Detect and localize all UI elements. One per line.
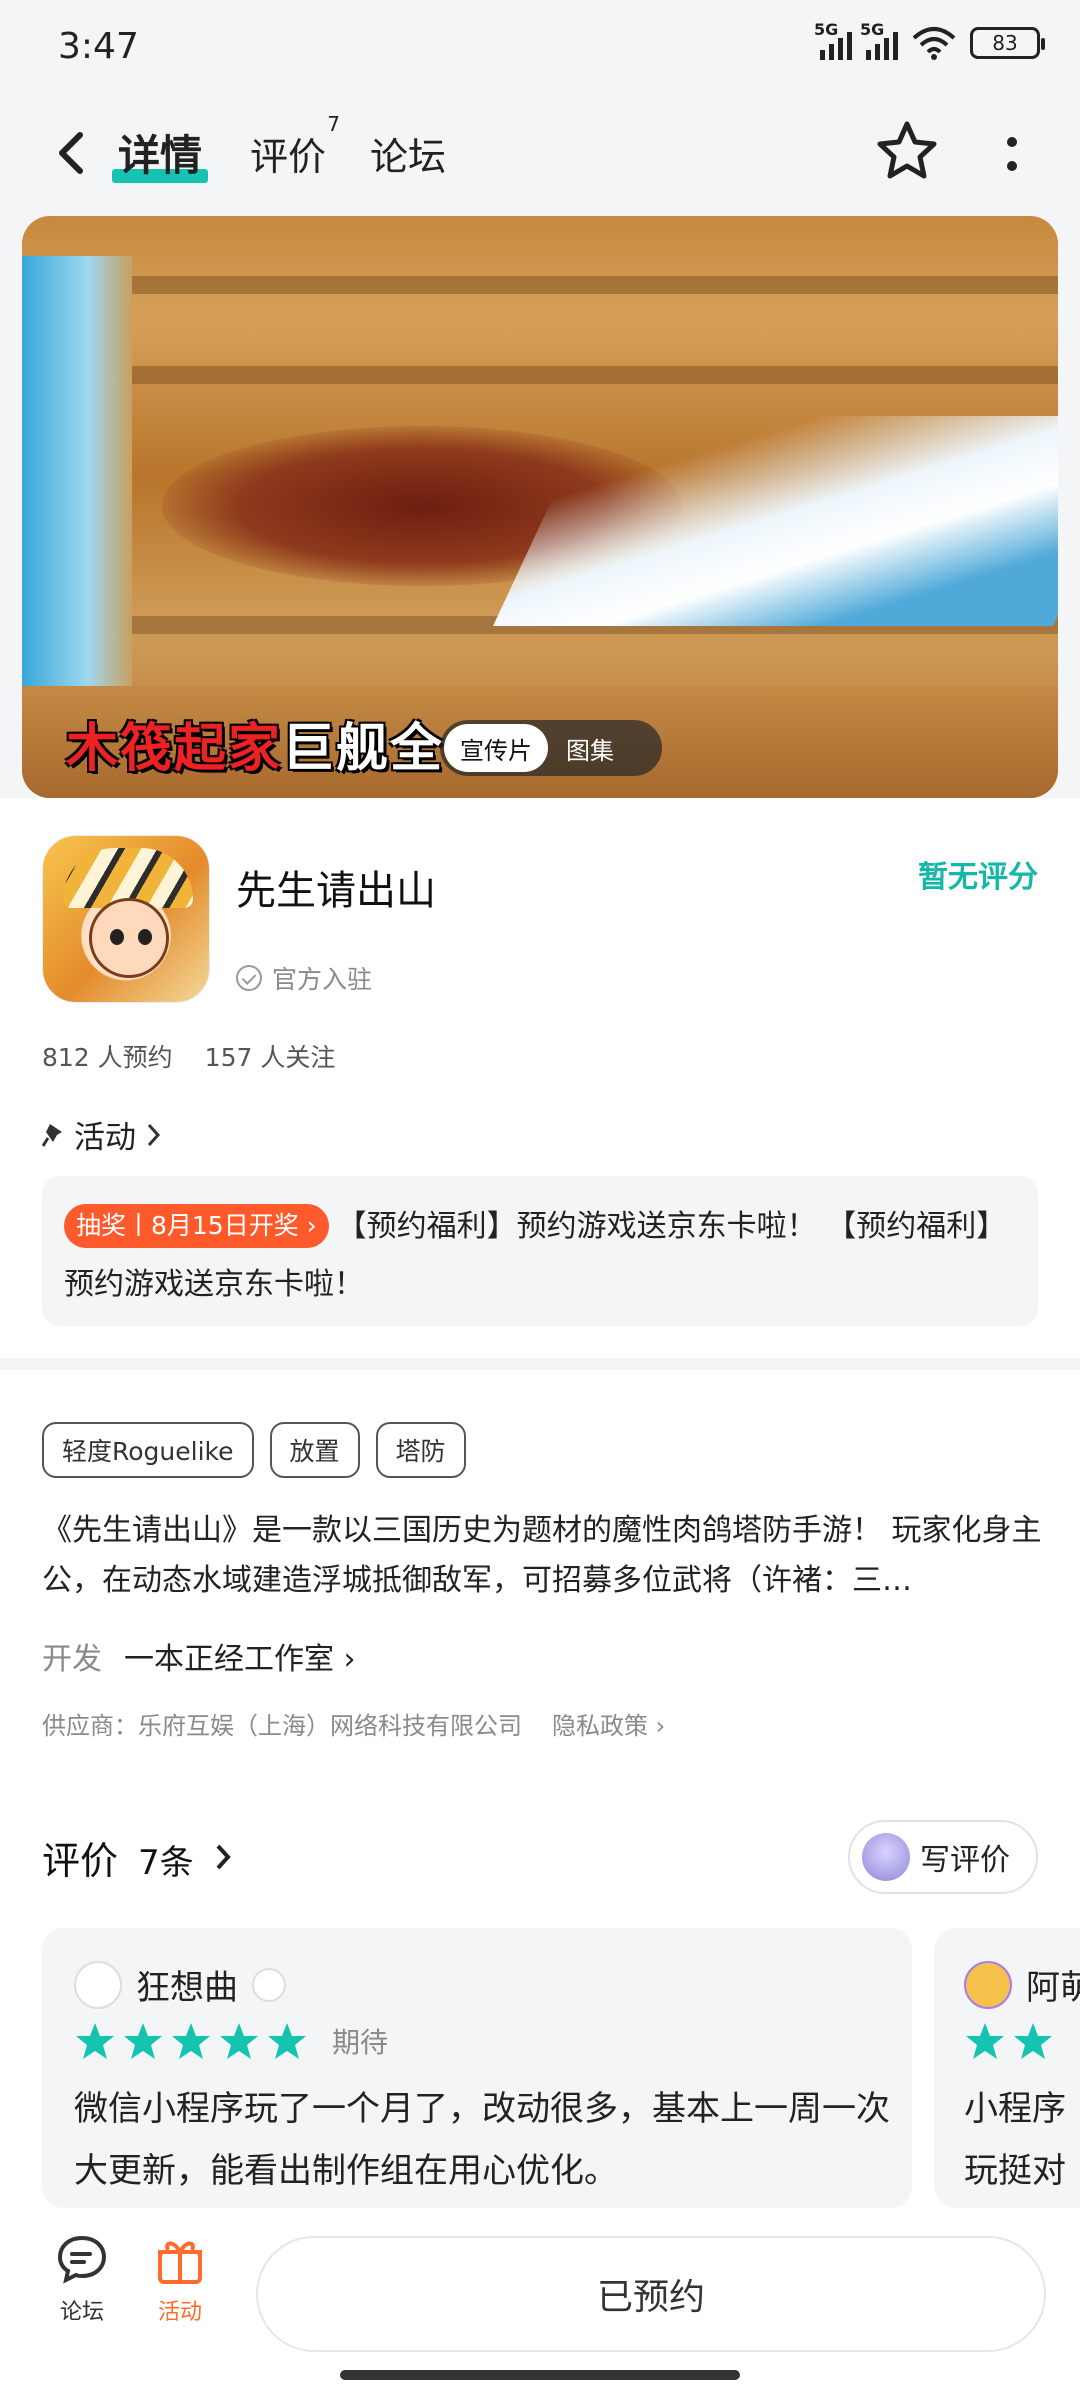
chevron-right-icon [147,1123,161,1146]
review-text: 微信小程序玩了一个月了，改动很多，基本上一周一次大更新，能看出制作组在用心优化。 [74,2089,890,2191]
review-username: 狂想曲 [136,1968,238,2008]
media-segment-control: 宣传片 图集 [440,720,662,776]
review-text: 小程序玩挺对我 [964,2089,1066,2191]
tab-details[interactable]: 详情 [111,122,209,183]
banner-title: 木筏起家巨舰全 [66,719,445,779]
avatar [964,1960,1012,2009]
status-bar: 3:47 5G 5G 83 [0,0,1080,92]
favorite-star-icon[interactable] [874,118,940,184]
status-time: 3:47 [58,26,139,67]
avatar [74,1960,122,2009]
supplier-row: 供应商：乐府互娱（上海）网络科技有限公司 隐私政策 › [42,1706,665,1741]
developer-key: 开发 [42,1642,102,1677]
tab-reviews[interactable]: 评价 7 [250,112,340,181]
activity-header-label: 活动 [74,1120,136,1156]
wifi-icon [912,27,956,60]
tab-reviews-badge: 7 [327,112,341,136]
bottom-activity-button[interactable]: 活动 [140,2232,220,2326]
review-user: 阿萌 [964,1960,1080,2009]
developer-row[interactable]: 开发 一本正经工作室 › [42,1634,356,1678]
activity-card[interactable]: 抽奖丨8月15日开奖 › 【预约福利】预约游戏送京东卡啦！ 【预约福利】预约游戏送… [42,1176,1038,1326]
verified-check-icon [236,965,262,991]
review-label: 期待 [332,2026,389,2059]
app-icon [42,835,210,1003]
rating-status: 暂无评分 [918,860,1038,895]
reviews-title: 评价 [42,1839,119,1883]
tag-idle[interactable]: 放置 [269,1422,360,1478]
reserved-button[interactable]: 已预约 [256,2236,1046,2352]
app-name: 先生请出山 [236,868,436,914]
media-banner[interactable]: 木筏起家巨舰全 宣传片 图集 [22,216,1058,798]
forum-icon [57,2235,107,2284]
top-nav: 详情 评价 7 论坛 [0,100,1080,210]
chevron-right-icon [216,1844,231,1870]
user-avatar [862,1833,910,1881]
segment-gallery[interactable]: 图集 [566,731,614,766]
app-stats: 812 人预约 157 人关注 [42,1038,335,1074]
genre-tags: 轻度Roguelike 放置 塔防 [42,1422,466,1478]
activity-tag[interactable]: 抽奖丨8月15日开奖 › [64,1204,329,1248]
review-stars: 期待 [74,2020,388,2062]
back-arrow-icon[interactable] [50,125,100,181]
banner-art [22,256,132,736]
official-label: 官方入驻 [272,965,373,994]
reviews-header[interactable]: 评价 7条 [42,1830,238,1885]
gift-icon [158,2241,202,2284]
privacy-policy-link[interactable]: 隐私政策 › [552,1712,665,1740]
reviews-count: 7条 [138,1843,194,1883]
home-indicator[interactable] [340,2370,740,2380]
developer-name: 一本正经工作室 [124,1642,334,1677]
write-review-label: 写评价 [920,1843,1010,1878]
review-username: 阿萌 [1026,1968,1080,2008]
write-review-button[interactable]: 写评价 [848,1820,1038,1894]
bottom-forum-button[interactable]: 论坛 [42,2232,122,2326]
battery-icon: 83 [970,27,1045,59]
badge-icon [252,1967,286,2002]
tab-details-label: 详情 [118,131,203,180]
tag-roguelike[interactable]: 轻度Roguelike [42,1422,254,1478]
segment-promo-video[interactable]: 宣传片 [444,724,548,772]
tag-tower-defense[interactable]: 塔防 [375,1422,466,1478]
review-user: 狂想曲 [74,1960,286,2009]
game-description[interactable]: 《先生请出山》是一款以三国历史为题材的魔性肉鸽塔防手游！ 玩家化身主公，在动态水… [42,1506,1042,1606]
review-stars [964,2020,1054,2062]
review-card[interactable]: 阿萌 小程序玩挺对我 [934,1928,1080,2208]
review-card[interactable]: 狂想曲 期待 微信小程序玩了一个月了，改动很多，基本上一周一次大更新，能看出制作… [42,1928,912,2208]
status-icons: 5G 5G 83 [814,20,1045,60]
tab-forum[interactable]: 论坛 [370,126,446,181]
tab-forum-label: 论坛 [370,135,447,179]
supplier-text: 供应商：乐府互娱（上海）网络科技有限公司 [42,1712,522,1740]
follower-count: 157 人关注 [204,1043,336,1072]
reservation-count: 812 人预约 [42,1043,173,1072]
tab-reviews-label: 评价 [250,135,327,179]
signal-icon-2: 5G [860,20,898,60]
activity-header[interactable]: 活动 [42,1112,162,1157]
signal-icon: 5G [814,20,852,60]
more-options-icon[interactable] [1004,130,1020,180]
pin-icon [42,1123,62,1147]
official-badge: 官方入驻 [236,960,372,996]
